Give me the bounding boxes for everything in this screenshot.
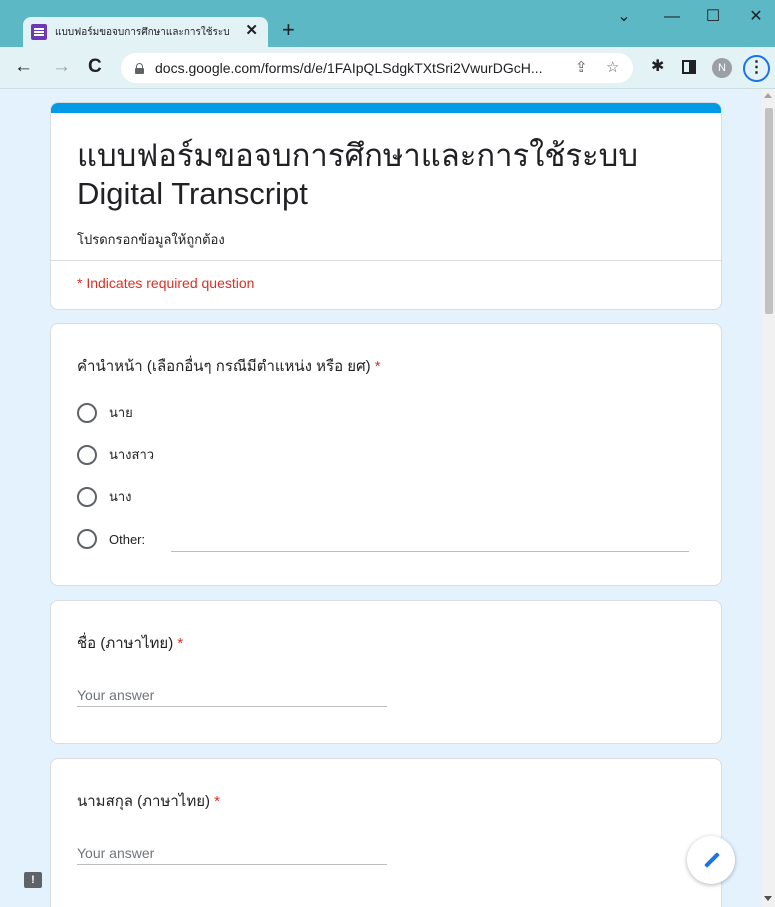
other-text-field[interactable] [171,551,689,552]
address-bar[interactable]: docs.google.com/forms/d/e/1FAIpQLSdgkTXt… [121,53,633,83]
url-text: docs.google.com/forms/d/e/1FAIpQLSdgkTXt… [155,60,543,76]
radio-option-miss[interactable]: นางสาว [77,444,154,465]
form-title: แบบฟอร์มขอจบการศึกษาและการใช้ระบบ Digita… [77,138,639,211]
tab-search-icon[interactable]: ⌄ [614,8,634,26]
radio-option-mr[interactable]: นาย [77,402,133,423]
radio-option-other[interactable]: Other: [77,529,145,549]
maximize-button[interactable]: ☐ [703,8,723,26]
new-tab-button[interactable]: + [282,19,295,41]
report-icon[interactable]: ! [24,872,42,888]
scrollbar-thumb[interactable] [765,108,773,314]
form-description: โปรดกรอกข้อมูลให้ถูกต้อง [77,232,225,247]
radio-button[interactable] [77,402,97,423]
browser-toolbar: ← → C docs.google.com/forms/d/e/1FAIpQLS… [0,47,775,89]
radio-button[interactable] [77,529,97,549]
first-name-input[interactable] [77,685,387,705]
star-icon[interactable]: ☆ [606,58,619,76]
form-header-card: แบบฟอร์มขอจบการศึกษาและการใช้ระบบ Digita… [50,102,722,310]
radio-label: นาง [109,489,132,504]
question-card-prefix: คำนำหน้า (เลือกอื่นๆ กรณีมีตำแหน่ง หรือ … [50,323,722,586]
question-label: คำนำหน้า (เลือกอื่นๆ กรณีมีตำแหน่ง หรือ … [77,354,381,378]
required-star: * [374,358,381,375]
required-star: * [177,635,184,652]
google-forms-icon [31,24,47,40]
question-text: นามสกุล (ภาษาไทย) [77,793,210,810]
question-label: ชื่อ (ภาษาไทย) * [77,631,183,655]
reload-icon[interactable]: C [88,56,102,78]
close-window-button[interactable]: ✕ [746,8,766,26]
puzzle-icon[interactable]: ✱ [651,58,664,76]
kebab-menu-icon[interactable]: ⋮ [743,55,770,82]
radio-label: นาย [109,405,133,420]
radio-button[interactable] [77,444,97,465]
tab-close-icon[interactable]: ✕ [245,22,258,40]
required-note: * Indicates required question [77,275,255,291]
last-name-input[interactable] [77,843,387,863]
question-card-first-name: ชื่อ (ภาษาไทย) * [50,600,722,744]
radio-button[interactable] [77,486,97,507]
avatar[interactable]: N [712,58,732,78]
first-name-field[interactable] [77,685,387,707]
question-label: นามสกุล (ภาษาไทย) * [77,789,220,813]
question-text: คำนำหน้า (เลือกอื่นๆ กรณีมีตำแหน่ง หรือ … [77,358,371,375]
pencil-icon [704,852,720,868]
scroll-down-icon[interactable] [764,896,772,901]
lock-icon[interactable] [135,62,144,74]
divider [51,260,721,261]
minimize-button[interactable]: — [662,8,682,26]
forward-arrow-icon[interactable]: → [52,56,71,78]
last-name-field[interactable] [77,843,387,865]
radio-label: นางสาว [109,447,155,462]
required-star: * [214,793,221,810]
radio-label: Other: [109,531,146,547]
question-card-last-name: นามสกุล (ภาษาไทย) * [50,758,722,907]
back-arrow-icon[interactable]: ← [14,56,33,78]
edit-button[interactable] [687,836,735,884]
radio-option-mrs[interactable]: นาง [77,486,132,507]
browser-tab[interactable]: แบบฟอร์มขอจบการศึกษาและการใช้ระบ ✕ [23,17,268,47]
accent-bar [51,103,721,113]
question-text: ชื่อ (ภาษาไทย) [77,635,174,652]
share-icon[interactable]: ⇪ [575,58,588,76]
browser-titlebar: แบบฟอร์มขอจบการศึกษาและการใช้ระบ ✕ + ⌄ —… [0,0,775,47]
scroll-up-icon[interactable] [764,93,772,98]
side-panel-icon[interactable] [682,60,696,74]
tab-title: แบบฟอร์มขอจบการศึกษาและการใช้ระบ [55,26,230,38]
